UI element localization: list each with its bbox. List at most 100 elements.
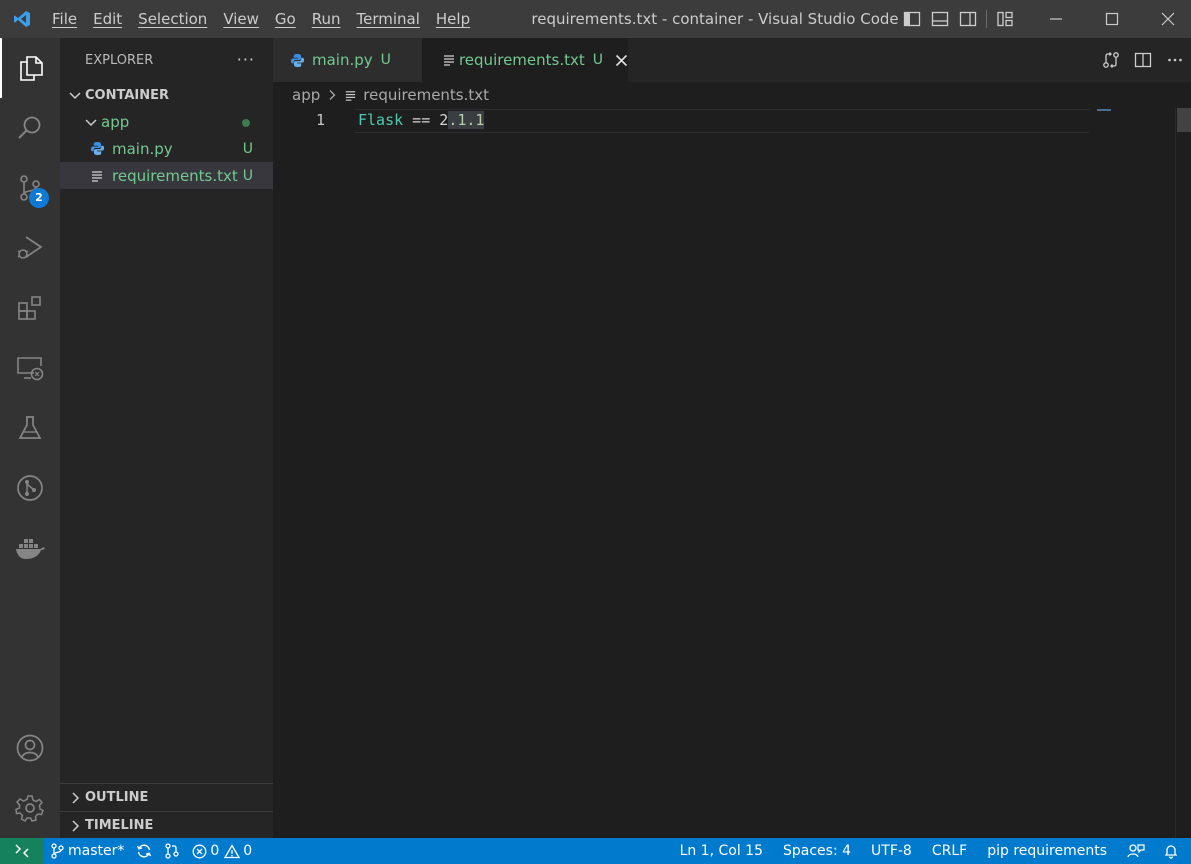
tree-folder-app[interactable]: app (60, 108, 273, 135)
code-line[interactable]: Flask == 2.1.1 (358, 111, 485, 129)
menu-selection[interactable]: Selection (130, 0, 215, 38)
tab-status: U (592, 52, 603, 68)
cursor-position[interactable]: Ln 1, Col 15 (670, 838, 773, 864)
breadcrumb-file[interactable]: requirements.txt (363, 86, 489, 104)
customize-layout-icon[interactable] (991, 0, 1019, 38)
tree-file-requirements-txt[interactable]: requirements.txt U (60, 162, 273, 189)
chevron-down-icon (82, 115, 100, 129)
workspace-section-header[interactable]: CONTAINER (60, 82, 273, 108)
menu-view[interactable]: View (215, 0, 267, 38)
version-operator: == (403, 111, 440, 129)
explorer-icon[interactable] (0, 38, 60, 98)
line-ending[interactable]: CRLF (922, 838, 977, 864)
code-editor[interactable]: 1 Flask == 2.1.1 (273, 108, 1191, 838)
source-control-badge: 2 (29, 188, 49, 208)
menu-terminal[interactable]: Terminal (349, 0, 428, 38)
tab-main-py[interactable]: main.py U (273, 38, 422, 82)
close-window-icon[interactable] (1145, 0, 1191, 38)
tab-label: main.py (312, 51, 373, 69)
status-bar-right: Ln 1, Col 15 Spaces: 4 UTF-8 CRLF pip re… (670, 838, 1191, 864)
tab-status: U (380, 52, 391, 68)
text-file-icon (442, 53, 459, 67)
source-control-icon[interactable]: 2 (0, 158, 60, 218)
timeline-section-header[interactable]: TIMELINE (60, 811, 273, 839)
toggle-panel-icon[interactable] (926, 0, 954, 38)
warning-count: 0 (243, 843, 253, 859)
menu-file[interactable]: File (44, 0, 85, 38)
menu-bar: File Edit Selection View Go Run Terminal… (44, 0, 478, 38)
tree-item-label: requirements.txt (112, 166, 238, 185)
git-graph-icon[interactable] (0, 458, 60, 518)
remote-explorer-icon[interactable] (0, 338, 60, 398)
open-changes-icon[interactable] (1095, 38, 1127, 82)
vscode-logo-icon (0, 0, 44, 38)
chevron-right-icon (66, 791, 84, 805)
python-file-icon (290, 53, 312, 68)
branch-name: master* (68, 843, 125, 859)
more-actions-icon[interactable]: ··· (237, 50, 255, 69)
timeline-label: TIMELINE (85, 818, 154, 833)
maximize-icon[interactable] (1089, 0, 1135, 38)
editor-actions (1095, 38, 1191, 82)
docker-icon[interactable] (0, 518, 60, 578)
minimize-icon[interactable] (1033, 0, 1079, 38)
explorer-header: EXPLORER ··· (60, 38, 273, 82)
outline-section-header[interactable]: OUTLINE (60, 783, 273, 811)
untracked-status: U (242, 167, 253, 184)
separator (986, 10, 987, 28)
close-tab-icon[interactable] (615, 54, 628, 67)
notifications-bell-icon[interactable] (1155, 838, 1191, 864)
warning-icon (224, 843, 241, 859)
version-major: 2 (439, 111, 449, 129)
run-debug-icon[interactable] (0, 218, 60, 278)
status-bar: master* 0 0 Ln 1, Col 15 Spaces: 4 UTF-8… (0, 838, 1191, 864)
testing-flask-icon[interactable] (0, 398, 60, 458)
more-actions-icon[interactable] (1159, 38, 1191, 82)
explorer-sidebar: EXPLORER ··· CONTAINER app main.py U req… (60, 38, 273, 838)
sync-icon[interactable] (130, 838, 158, 864)
tab-requirements-txt[interactable]: requirements.txt U (422, 38, 628, 82)
activity-bar: 2 (0, 38, 60, 838)
minimap[interactable] (1097, 109, 1111, 111)
indentation[interactable]: Spaces: 4 (773, 838, 861, 864)
breadcrumb-folder[interactable]: app (292, 86, 320, 104)
workspace-name: CONTAINER (85, 87, 169, 103)
menu-go[interactable]: Go (267, 0, 304, 38)
window-title: requirements.txt - container - Visual St… (531, 10, 899, 28)
vertical-scrollbar[interactable] (1177, 108, 1191, 132)
branch-status[interactable]: master* (44, 838, 130, 864)
accounts-icon[interactable] (0, 718, 60, 778)
scrollbar-track (1175, 108, 1176, 838)
manage-gear-icon[interactable] (0, 778, 60, 838)
line-number: 1 (315, 111, 325, 129)
chevron-down-icon (66, 88, 84, 102)
remote-indicator-icon[interactable] (0, 838, 44, 864)
toggle-secondary-sidebar-icon[interactable] (954, 0, 982, 38)
tree-item-label: app (101, 112, 130, 131)
menu-run[interactable]: Run (304, 0, 349, 38)
breadcrumb: app requirements.txt (273, 82, 1191, 108)
outline-label: OUTLINE (85, 790, 149, 805)
error-icon (192, 844, 207, 859)
tree-file-main-py[interactable]: main.py U (60, 135, 273, 162)
menu-edit[interactable]: Edit (85, 0, 130, 38)
layout-controls (898, 0, 1019, 38)
editor-tab-bar: main.py U requirements.txt U (273, 38, 1191, 82)
split-editor-icon[interactable] (1127, 38, 1159, 82)
text-file-icon (344, 89, 357, 102)
menu-help[interactable]: Help (428, 0, 478, 38)
language-mode[interactable]: pip requirements (977, 838, 1117, 864)
feedback-icon[interactable] (1117, 838, 1155, 864)
chevron-right-icon (326, 89, 338, 101)
search-icon[interactable] (0, 98, 60, 158)
extensions-icon[interactable] (0, 278, 60, 338)
git-branch-icon (50, 843, 64, 859)
publish-branch-icon[interactable] (158, 838, 186, 864)
encoding[interactable]: UTF-8 (861, 838, 922, 864)
text-file-icon (90, 169, 112, 183)
version-selection: .1.1 (448, 111, 485, 129)
problems-status[interactable]: 0 0 (186, 838, 258, 864)
title-bar: File Edit Selection View Go Run Terminal… (0, 0, 1191, 38)
toggle-primary-sidebar-icon[interactable] (898, 0, 926, 38)
explorer-title: EXPLORER (85, 52, 154, 68)
